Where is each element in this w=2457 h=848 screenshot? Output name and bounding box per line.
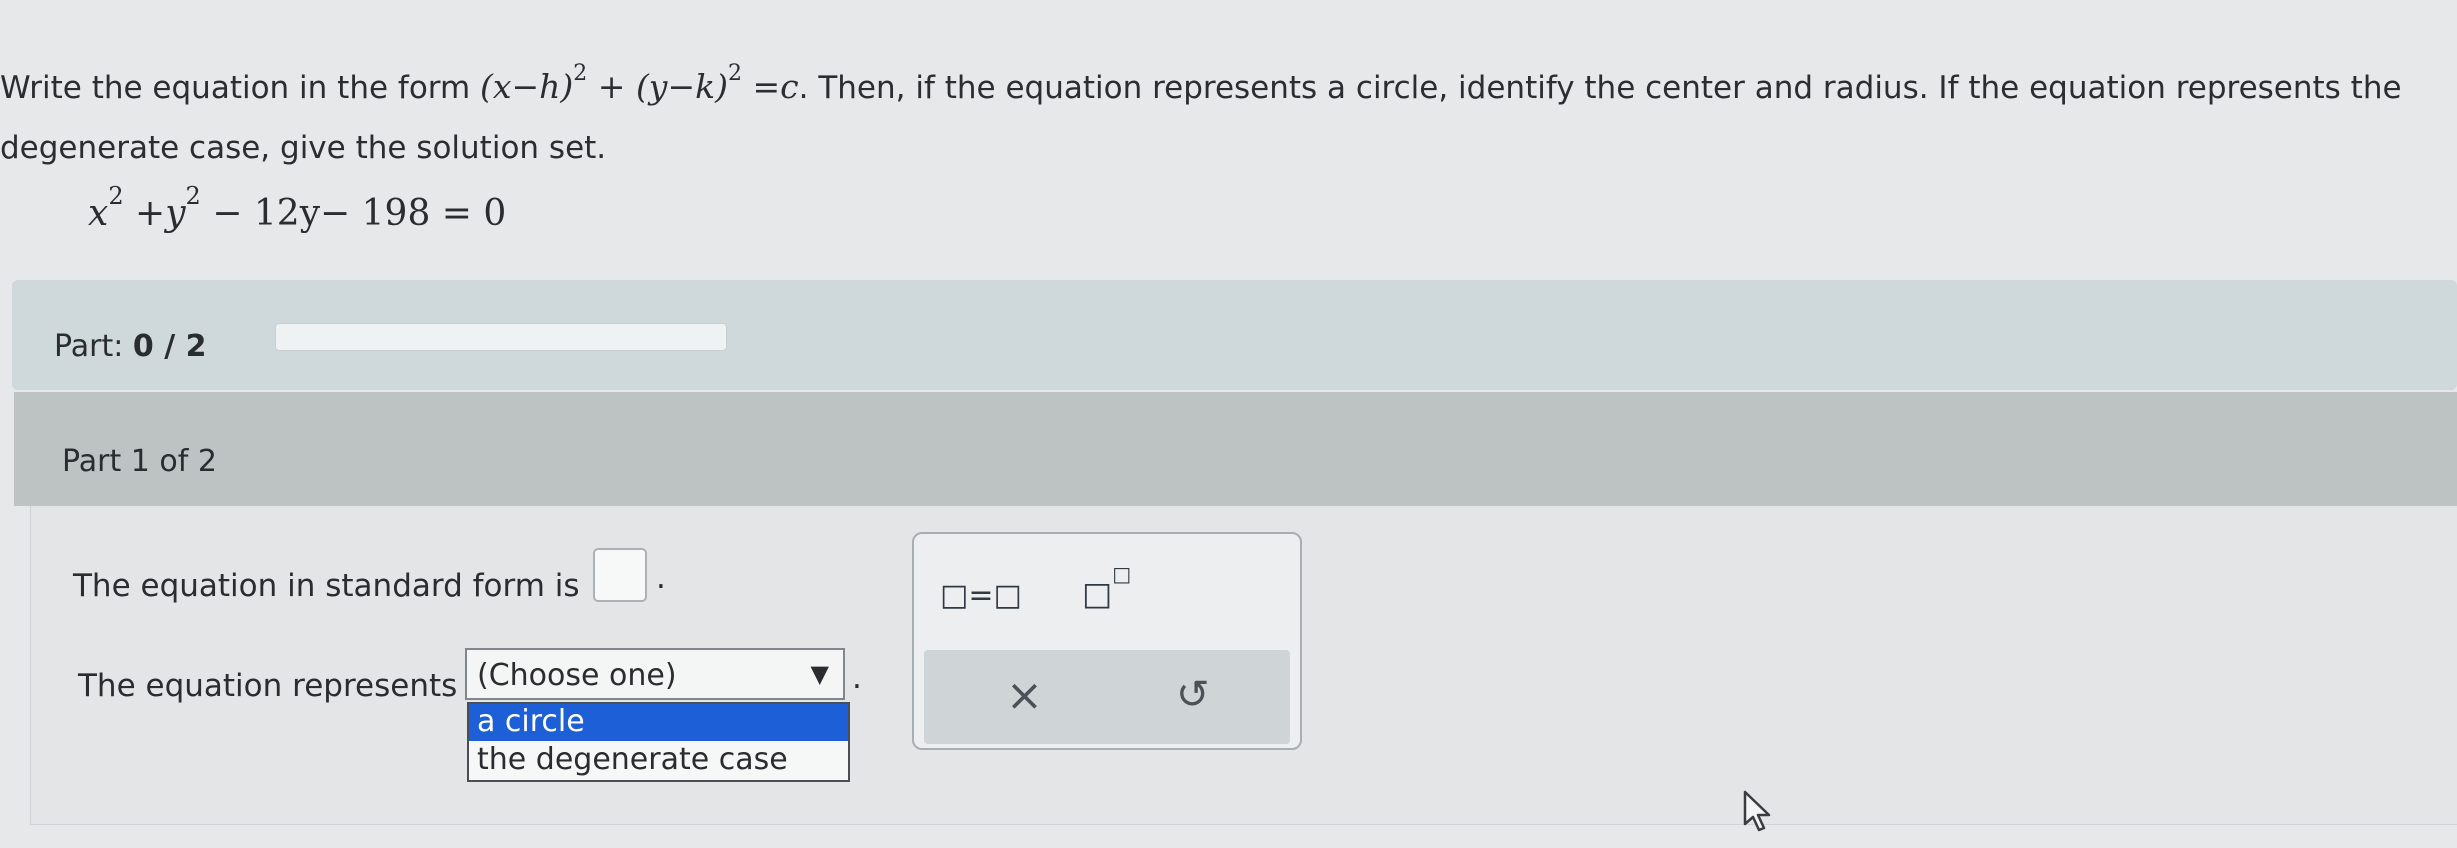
select-options-list: a circle the degenerate case (467, 702, 850, 782)
given-equation: x2 +y2 − 12y− 198 = 0 (88, 182, 507, 234)
close-icon[interactable]: × (1006, 670, 1043, 721)
standard-form-answer-box[interactable] (593, 548, 647, 602)
part-title: Part 1 of 2 (62, 444, 217, 479)
equals-template-button[interactable]: □=□ (940, 578, 1022, 613)
prompt-text-before: Write the equation in the form (0, 70, 481, 106)
triangle-down-icon: ▼ (810, 660, 829, 688)
undo-icon[interactable]: ↺ (1176, 672, 1210, 718)
math-toolbox: □=□ □□ × ↺ (912, 532, 1302, 750)
standard-form-label: The equation in standard form is (73, 568, 580, 604)
period: . (852, 660, 862, 696)
part-progress-label: Part: 0 / 2 (54, 329, 207, 364)
part-progress-band: Part: 0 / 2 (12, 280, 2457, 390)
represents-select[interactable]: (Choose one) ▼ (465, 648, 845, 700)
part-header: Part 1 of 2 (14, 392, 2457, 506)
represents-label: The equation represents (78, 668, 458, 704)
option-degenerate-case[interactable]: the degenerate case (469, 742, 848, 779)
period: . (656, 560, 666, 596)
option-a-circle[interactable]: a circle (469, 704, 848, 741)
select-current-value: (Choose one) (477, 658, 677, 693)
standard-form-expression: (x−h)2 + (y−k)2 =c (480, 61, 799, 106)
part-progress-value: 0 / 2 (132, 329, 207, 364)
superscript-template-button[interactable]: □□ (1082, 562, 1131, 613)
problem-prompt: Write the equation in the form (x−h)2 + … (0, 50, 2440, 178)
part-progress-bar (275, 323, 727, 351)
toolbox-action-bar: × ↺ (924, 650, 1290, 744)
mouse-pointer-icon (1743, 790, 1771, 832)
